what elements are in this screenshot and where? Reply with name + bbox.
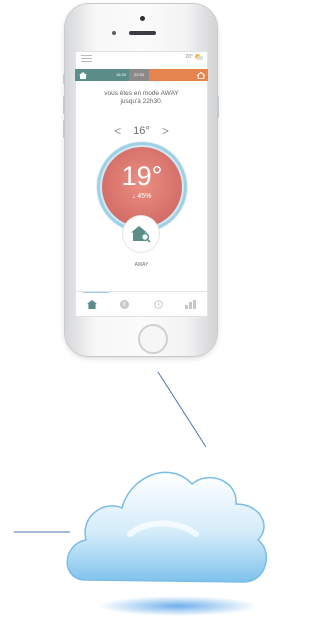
- cloud-icon: [66, 471, 268, 616]
- phone-cloud-link: [157, 371, 207, 448]
